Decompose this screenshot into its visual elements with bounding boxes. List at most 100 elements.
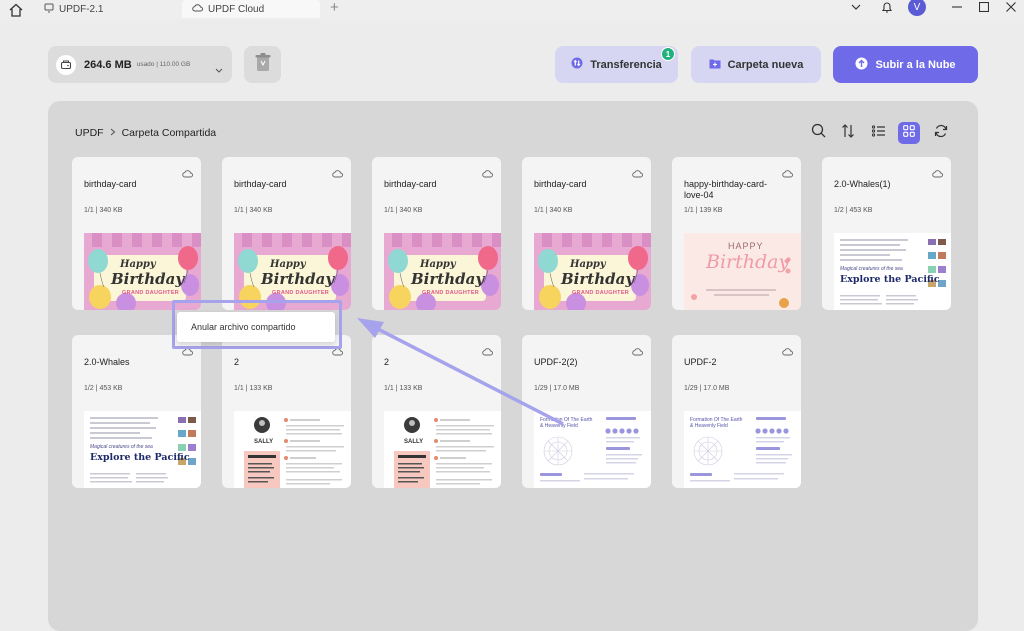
file-thumbnail: Magical creatures of the sea Explore the … <box>834 233 951 310</box>
cloud-icon <box>192 3 203 15</box>
document-icon <box>44 3 54 16</box>
cloud-icon <box>482 165 493 183</box>
sort-button[interactable] <box>837 122 859 144</box>
thumb-granddaughter-text: GRAND DAUGHTER <box>572 290 630 296</box>
file-meta: 1/1 | 133 KB <box>234 385 273 392</box>
new-folder-label: Carpeta nueva <box>727 58 804 71</box>
file-card[interactable]: UPDF-2 1/29 | 17.0 MB Formation Of The Ear… <box>672 335 801 488</box>
thumb-title-text: Explore the Pacific <box>90 452 190 463</box>
thumb-granddaughter-text: GRAND DAUGHTER <box>122 290 180 296</box>
thumb-kicker-text: Magical creatures of the sea <box>840 266 903 272</box>
refresh-icon <box>934 124 948 143</box>
file-card[interactable]: birthday-card 1/1 | 340 KB Happy Birthday GR… <box>222 157 351 310</box>
bell-icon[interactable] <box>880 0 894 14</box>
file-thumbnail: Magical creatures of the sea Explore the … <box>84 411 201 488</box>
tab-updf-cloud[interactable]: UPDF Cloud <box>182 0 320 18</box>
file-thumbnail: Happy Birthday GRAND DAUGHTER <box>84 233 201 310</box>
context-menu-label: Anular archivo compartido <box>191 322 296 332</box>
file-thumbnail: Happy Birthday GRAND DAUGHTER <box>234 233 351 310</box>
file-thumbnail: SALLY <box>384 411 501 488</box>
chevron-down-icon[interactable] <box>849 0 863 14</box>
file-name: birthday-card <box>84 179 137 189</box>
upload-to-cloud-button[interactable]: Subir a la Nube <box>833 46 978 83</box>
file-thumbnail: Formation Of The Earth & Heavenly Field <box>684 411 801 488</box>
file-name: UPDF-2 <box>684 357 717 367</box>
cloud-icon <box>782 165 793 183</box>
tab-label: UPDF-2.1 <box>59 3 104 15</box>
thumb-birthday-text: Birthday <box>706 251 790 273</box>
title-bar: UPDF-2.1 UPDF Cloud + V <box>0 0 1024 20</box>
file-meta: 1/29 | 17.0 MB <box>684 385 730 392</box>
thumb-name-text: SALLY <box>404 439 424 445</box>
storage-usage-dropdown[interactable]: 264.6 MB usado | 110.00 GB <box>48 46 232 83</box>
storage-detail: usado | 110.00 GB <box>136 61 191 68</box>
file-thumbnail: HAPPY Birthday <box>684 233 801 310</box>
thumb-kicker-text: Magical creatures of the sea <box>90 444 153 450</box>
cloud-icon <box>782 343 793 361</box>
trash-button[interactable] <box>244 46 281 83</box>
thumb-birthday-text: Birthday <box>561 270 635 288</box>
file-card[interactable]: 2 1/1 | 133 KB SALLY <box>372 335 501 488</box>
cloud-icon <box>932 165 943 183</box>
search-button[interactable] <box>807 122 829 144</box>
new-folder-button[interactable]: Carpeta nueva <box>691 46 821 83</box>
file-card[interactable]: birthday-card 1/1 | 340 KB Happy Birthday GR… <box>72 157 201 310</box>
thumb-title-text: Formation Of The Earth & Heavenly Field <box>690 417 743 429</box>
breadcrumb-root[interactable]: UPDF <box>75 127 104 139</box>
refresh-button[interactable] <box>930 122 952 144</box>
file-card[interactable]: 2.0-Whales 1/2 | 453 KB Magical creatures … <box>72 335 201 488</box>
sort-icon <box>841 123 855 143</box>
home-icon[interactable] <box>8 2 26 18</box>
thumb-birthday-text: Birthday <box>261 270 335 288</box>
chevron-right-icon <box>110 128 116 139</box>
grid-view-button[interactable] <box>898 122 920 144</box>
file-thumbnail: Happy Birthday GRAND DAUGHTER <box>384 233 501 310</box>
thumb-title-text: Explore the Pacific <box>840 274 940 285</box>
search-icon <box>811 123 826 143</box>
cloud-icon <box>332 165 343 183</box>
file-name: UPDF-2(2) <box>534 357 578 367</box>
chevron-down-icon <box>215 60 223 78</box>
file-meta: 1/1 | 340 KB <box>534 207 573 214</box>
file-thumbnail: Happy Birthday GRAND DAUGHTER <box>534 233 651 310</box>
file-meta: 1/1 | 340 KB <box>84 207 123 214</box>
cloud-icon <box>182 165 193 183</box>
file-name: happy-birthday-card-love-04 <box>684 179 768 200</box>
file-card[interactable]: birthday-card 1/1 | 340 KB Happy Birthday GR… <box>372 157 501 310</box>
file-meta: 1/1 | 340 KB <box>234 207 273 214</box>
storage-icon <box>56 54 76 75</box>
file-meta: 1/1 | 139 KB <box>684 207 723 214</box>
thumb-title-text: Formation Of The Earth & Heavenly Field <box>540 417 593 429</box>
new-tab-button[interactable]: + <box>330 0 339 16</box>
file-name: 2.0-Whales(1) <box>834 179 891 189</box>
maximize-icon[interactable] <box>977 0 991 14</box>
file-card[interactable]: 2.0-Whales(1) 1/2 | 453 KB Magical creatur… <box>822 157 951 310</box>
thumb-granddaughter-text: GRAND DAUGHTER <box>272 290 330 296</box>
file-card[interactable]: birthday-card 1/1 | 340 KB Happy Birthday GR… <box>522 157 651 310</box>
cloud-icon <box>632 165 643 183</box>
transfer-button[interactable]: Transferencia <box>555 46 678 83</box>
cloud-icon <box>632 343 643 361</box>
close-icon[interactable] <box>1004 0 1018 14</box>
transfer-icon <box>571 57 583 72</box>
file-card[interactable]: UPDF-2(2) 1/29 | 17.0 MB Formation Of The … <box>522 335 651 488</box>
transfer-count-badge: 1 <box>661 47 675 61</box>
thumb-birthday-text: Birthday <box>111 270 185 288</box>
list-view-button[interactable] <box>868 122 890 144</box>
file-meta: 1/2 | 453 KB <box>834 207 873 214</box>
cloud-icon <box>482 343 493 361</box>
thumb-happy-text: HAPPY <box>728 241 764 251</box>
file-name: 2 <box>384 357 390 367</box>
tab-updf-2-1[interactable]: UPDF-2.1 <box>34 0 174 18</box>
file-card[interactable]: 2 1/1 | 133 KB SALLY <box>222 335 351 488</box>
file-card[interactable]: happy-birthday-card-love-04 1/1 | 139 KB H… <box>672 157 801 310</box>
file-name: 2 <box>234 357 240 367</box>
context-menu-unshare-item[interactable]: Anular archivo compartido <box>177 312 335 342</box>
file-meta: 1/1 | 133 KB <box>384 385 423 392</box>
minimize-icon[interactable] <box>950 0 964 14</box>
thumb-happy-text: Happy <box>270 259 306 270</box>
file-name: birthday-card <box>384 179 437 189</box>
upload-label: Subir a la Nube <box>875 58 956 71</box>
upload-icon <box>855 57 868 73</box>
avatar[interactable]: V <box>908 0 926 16</box>
